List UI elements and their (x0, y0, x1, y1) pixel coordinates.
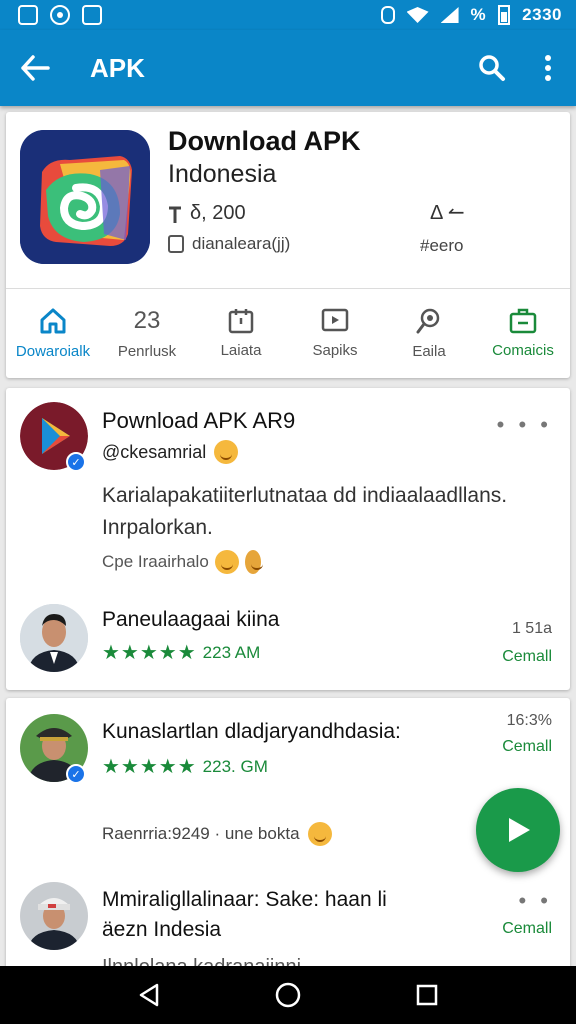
status-bar: % 2330 (0, 0, 576, 30)
comment-meta: 16:3% (506, 712, 552, 729)
pin-icon (169, 206, 181, 223)
person-avatar-icon (20, 604, 88, 672)
app-subtitle: Indonesia (168, 160, 277, 188)
developer-icon (168, 235, 184, 253)
comment-author: Paneulaagaai kiina (102, 608, 280, 631)
arrow-back-icon (21, 55, 50, 81)
person-avatar-icon (20, 882, 88, 950)
verified-icon: ✓ (66, 452, 86, 472)
replies-row: Raenrria:9249 · une bokta (102, 822, 332, 846)
tab-label: Laiata (220, 342, 262, 359)
tab-comments[interactable]: Comaicis (476, 289, 570, 378)
vibrate-icon (380, 6, 395, 24)
nav-recents-icon (416, 984, 437, 1006)
app-developer: dianaleara(jj) (192, 234, 291, 253)
comment-email-link[interactable]: Cemall (502, 920, 552, 938)
nav-home-button[interactable] (258, 966, 318, 1024)
tab-info[interactable]: Laiata (194, 289, 288, 378)
app-bar: APK (0, 30, 576, 106)
briefcase-icon (509, 308, 537, 334)
nav-recents-button[interactable] (397, 966, 457, 1024)
overflow-menu-button[interactable] (520, 30, 576, 106)
emoji-icon (244, 550, 263, 574)
comment-time: 223. GM (202, 756, 268, 776)
post-handle: @ckesamrial (102, 441, 207, 462)
comment-email-link[interactable]: Cemall (502, 738, 552, 756)
app-size-row: δ, 200 (168, 202, 246, 225)
comment-time: 223 AM (202, 642, 261, 662)
clock: 2330 (522, 5, 562, 24)
post-body: Karialapakatiiterlutnataa dd indiaalaadl… (102, 484, 508, 539)
comment-author-line2: äezn Indesia (102, 918, 222, 941)
emoji-icon (307, 822, 332, 846)
app-name: Download APK (168, 126, 361, 156)
record-notification-icon (50, 5, 70, 25)
search-icon (479, 55, 505, 81)
app-meta-right-bottom: #eero (420, 236, 464, 255)
tab-download[interactable]: Dowaroialk (6, 289, 100, 378)
emoji-icon (214, 440, 239, 464)
tab-label: Dowaroialk (15, 343, 91, 360)
rating-stars: ★★★★★ (102, 756, 197, 778)
verified-icon: ✓ (66, 764, 86, 784)
post-more-button[interactable]: • • • (497, 412, 552, 438)
calendar-icon (228, 309, 254, 334)
status-right: % 2330 (380, 5, 562, 25)
app-meta-right-top: Δ ↼ (430, 202, 465, 224)
more-vert-icon (545, 55, 551, 81)
tab-rating[interactable]: 23 Penrlusk (100, 289, 194, 378)
play-icon (509, 818, 530, 842)
tab-label: Penrlusk (117, 343, 177, 360)
battery-icon (498, 5, 511, 25)
post-footer: Cpe Iraairhalo (102, 550, 263, 574)
app-size: δ, 200 (190, 202, 246, 224)
emoji-icon (214, 550, 239, 574)
signal-icon (440, 7, 459, 23)
back-button[interactable] (0, 30, 70, 106)
wifi-icon (406, 7, 429, 23)
rating-stars: ★★★★★ (102, 642, 197, 664)
tab-label: Sapiks (312, 342, 358, 359)
app-icon[interactable] (20, 130, 150, 264)
gallery-notification-icon (18, 5, 38, 25)
status-left (18, 5, 102, 25)
page-title: APK (90, 52, 145, 83)
search-pin-icon (416, 308, 440, 334)
home-icon (40, 308, 66, 334)
nav-back-icon (140, 983, 159, 1007)
comment-rating-row: ★★★★★ 223 AM (102, 640, 260, 665)
app-logo-icon (20, 130, 150, 264)
replies-text: Raenrria:9249 · une bokta (102, 824, 300, 843)
comment-meta: 1 51a (511, 620, 552, 637)
video-icon (321, 308, 349, 332)
comment-email-link[interactable]: Cemall (502, 648, 552, 666)
photo-notification-icon (82, 5, 102, 25)
tab-videos[interactable]: Sapiks (288, 289, 382, 378)
nav-back-button[interactable] (119, 966, 179, 1024)
avatar[interactable] (20, 882, 88, 950)
app-info-card: Download APK Indonesia δ, 200 dianaleara… (6, 112, 570, 378)
comment-rating-row: ★★★★★ 223. GM (102, 754, 268, 779)
battery-percent: % (470, 5, 487, 24)
post-title: Pownload APK AR9 (102, 408, 296, 433)
avatar[interactable] (20, 604, 88, 672)
search-button[interactable] (464, 30, 520, 106)
app-tabs: Dowaroialk 23 Penrlusk Laiata Sapiks Eai… (6, 289, 570, 378)
comment-author: Kunaslartlan dladjaryandhdasia: (102, 720, 401, 743)
comment-author: Mmiraligllalinaar: Sake: haan li (102, 888, 387, 911)
tab-label: Eaila (412, 343, 446, 360)
post-footer-text: Cpe Iraairhalo (102, 552, 209, 571)
comment-more-button[interactable]: • • (518, 888, 552, 914)
tab-explore[interactable]: Eaila (382, 289, 476, 378)
post-handle-row: @ckesamrial (102, 440, 239, 464)
tab-count: 23 (133, 307, 161, 334)
nav-home-icon (275, 982, 301, 1008)
system-nav-bar (0, 966, 576, 1024)
app-developer-row: dianaleara(jj) (168, 234, 290, 254)
tab-label: Comaicis (492, 342, 554, 359)
post-card: ✓ Pownload APK AR9 @ckesamrial • • • Kar… (6, 388, 570, 690)
play-fab-button[interactable] (476, 788, 560, 872)
